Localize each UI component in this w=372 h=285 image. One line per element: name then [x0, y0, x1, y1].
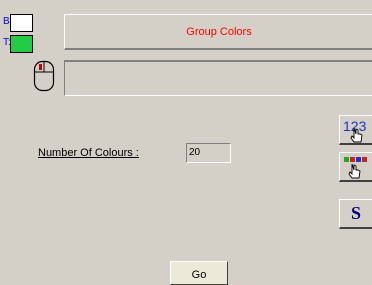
color-palette-button[interactable] [339, 152, 372, 182]
mouse-icon [33, 60, 55, 92]
numbers-hand-icon: 123 [343, 118, 367, 143]
status-bar [64, 60, 372, 96]
color-palette-hand-icon [344, 157, 367, 179]
s-button[interactable]: S [339, 199, 372, 229]
background-color-swatch[interactable] [10, 14, 33, 32]
numbers-button[interactable]: 123 [339, 115, 372, 145]
text-color-swatch[interactable] [10, 35, 33, 53]
number-of-colours-input[interactable]: 20 [186, 143, 231, 163]
title-bar: Group Colors [64, 14, 372, 50]
number-of-colours-label: Number Of Colours : [38, 147, 139, 159]
go-button[interactable]: Go [170, 261, 228, 285]
page-title: Group Colors [186, 25, 252, 38]
